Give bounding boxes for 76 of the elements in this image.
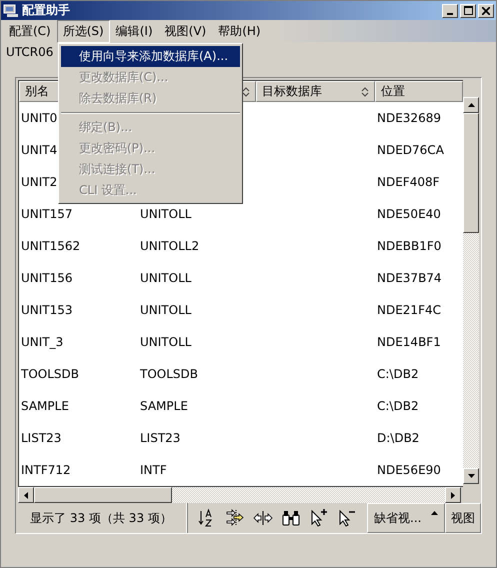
column-header[interactable]: 目标数据库 xyxy=(256,81,375,102)
table-cell: UNIT2 xyxy=(21,175,58,189)
table-cell: NDED76CA xyxy=(377,143,444,157)
maximize-button[interactable] xyxy=(460,4,476,18)
computer-icon xyxy=(3,4,19,18)
cursor-plus-icon[interactable] xyxy=(309,508,329,528)
table-cell: UNIT153 xyxy=(21,303,73,317)
table-cell: UNIT4 xyxy=(21,143,58,157)
menu-item[interactable]: 所选(S) xyxy=(56,20,110,42)
table-cell: UNIT1562 xyxy=(21,239,80,253)
column-label: 目标数据库 xyxy=(262,83,322,100)
minimize-button[interactable] xyxy=(442,4,458,18)
instance-label: UTCR06 xyxy=(5,44,54,61)
table-cell: UNIT157 xyxy=(21,207,73,221)
caret-icon xyxy=(431,511,438,515)
horizontal-scrollbar[interactable] xyxy=(18,487,461,503)
table-cell: NDE50E40 xyxy=(377,207,441,221)
minimize-icon xyxy=(447,12,453,14)
table-cell: C:\DB2 xyxy=(377,367,419,381)
table-cell: SAMPLE xyxy=(140,399,188,413)
table-cell: UNIT0 xyxy=(21,111,58,125)
cursor-minus-icon[interactable] xyxy=(337,508,357,528)
table-cell: NDE56E90 xyxy=(377,463,441,477)
window-title: 配置助手 xyxy=(22,2,70,19)
down-arrow-icon xyxy=(468,474,474,478)
scroll-down-button[interactable] xyxy=(463,468,479,484)
table-cell: LIST23 xyxy=(21,431,62,445)
binoculars-icon[interactable] xyxy=(281,508,301,528)
table-cell: D:\DB2 xyxy=(377,431,420,445)
table-cell: LIST23 xyxy=(140,431,180,445)
table-cell: UNITOLL2 xyxy=(140,239,200,253)
table-cell: UNITOLL xyxy=(140,207,192,221)
table-cell: TOOLSDB xyxy=(140,367,198,381)
table-cell: INTF712 xyxy=(21,463,71,477)
table-cell: NDEBB1F0 xyxy=(377,239,442,253)
menu-item[interactable]: 帮助(H) xyxy=(212,20,267,42)
table-cell: SAMPLE xyxy=(21,399,69,413)
table-cell: NDE32689 xyxy=(377,111,441,125)
menu-item[interactable]: 视图(V) xyxy=(158,20,212,42)
scroll-left-button[interactable] xyxy=(18,487,34,503)
close-button[interactable] xyxy=(478,4,494,18)
view-button[interactable]: 视图 xyxy=(445,503,481,533)
vertical-scrollbar[interactable] xyxy=(463,97,479,484)
close-icon xyxy=(482,6,490,14)
right-arrow-icon xyxy=(451,492,455,498)
table-cell: UNIT_3 xyxy=(21,335,64,349)
column-label: 别名 xyxy=(25,83,49,100)
table-cell: UNIT156 xyxy=(21,271,73,285)
sort-icon xyxy=(361,86,369,96)
table-cell: NDE14BF1 xyxy=(377,335,441,349)
table-cell: NDE21F4C xyxy=(377,303,441,317)
maximize-icon xyxy=(464,6,472,15)
sort-icon xyxy=(242,86,250,96)
table-cell: C:\DB2 xyxy=(377,399,419,413)
table-cell: UNITOLL xyxy=(140,271,192,285)
table-cell: NDE37B74 xyxy=(377,271,442,285)
left-arrow-icon xyxy=(24,492,28,498)
resize-columns-icon[interactable] xyxy=(253,508,273,528)
table-cell: UNITOLL xyxy=(140,303,192,317)
table-cell: TOOLSDB xyxy=(21,367,79,381)
menu-item[interactable]: 编辑(I) xyxy=(110,20,159,42)
table-cell: UNITOLL xyxy=(140,335,192,349)
view-dropdown[interactable]: 缺省视... xyxy=(367,503,445,533)
table-cell: INTF xyxy=(140,463,167,477)
menu-item[interactable]: 配置(C) xyxy=(3,20,57,42)
scroll-right-button[interactable] xyxy=(445,487,461,503)
column-header[interactable]: 位置 xyxy=(375,81,463,102)
table-cell: NDEF408F xyxy=(377,175,440,189)
item-count: 显示了 33 项（共 33 项） xyxy=(16,503,187,533)
up-arrow-icon xyxy=(468,103,474,107)
scroll-up-button[interactable] xyxy=(463,97,479,113)
column-label: 位置 xyxy=(381,83,405,100)
scroll-thumb[interactable] xyxy=(463,113,479,233)
menu-option[interactable]: 使用向导来添加数据库(A)... xyxy=(61,46,240,67)
scroll-thumb[interactable] xyxy=(34,487,172,503)
arrows-icon[interactable] xyxy=(225,508,245,528)
